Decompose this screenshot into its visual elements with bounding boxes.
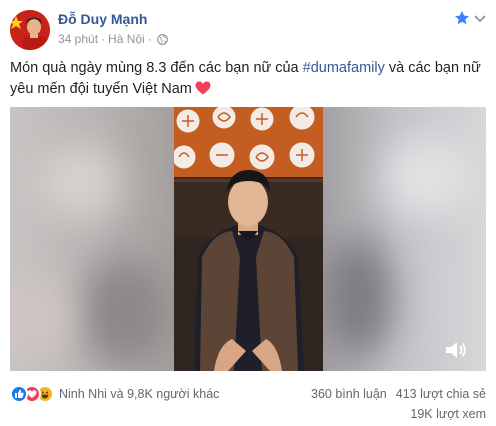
author-name[interactable]: Đỗ Duy Mạnh	[58, 11, 147, 27]
meta-separator: ·	[101, 32, 106, 46]
star-icon[interactable]	[454, 10, 470, 26]
facebook-post: Đỗ Duy Mạnh 34 phút · Hà Nội · Món quà n…	[0, 0, 496, 426]
reactions-bar[interactable]: Ninh Nhi và 9,8K người khác	[10, 385, 219, 403]
heart-icon	[195, 81, 211, 95]
post-text: Món quà ngày mùng 8.3 đến các bạn nữ của…	[10, 58, 488, 100]
engagement-counts: 360 bình luận 413 lượt chia sẻ	[311, 387, 486, 401]
volume-icon[interactable]	[444, 339, 468, 361]
post-location[interactable]: Hà Nội	[108, 32, 145, 46]
post-meta: 34 phút · Hà Nội ·	[58, 32, 168, 46]
globe-icon[interactable]	[156, 33, 168, 45]
video-blur-right	[323, 107, 486, 371]
shares-count[interactable]: 413 lượt chia sẻ	[396, 387, 486, 401]
post-text-start: Món quà ngày mùng 8.3 đến các bạn nữ của	[10, 60, 303, 76]
views-count: 19K lượt xem	[410, 407, 486, 421]
reactors-text[interactable]: Ninh Nhi và 9,8K người khác	[59, 387, 219, 401]
video-frame	[174, 107, 323, 371]
comments-count[interactable]: 360 bình luận	[311, 387, 387, 401]
chevron-down-icon[interactable]	[472, 10, 488, 26]
video-player[interactable]	[10, 107, 486, 371]
post-time[interactable]: 34 phút	[58, 32, 98, 46]
meta-separator-2: ·	[147, 32, 152, 46]
video-blur-left	[10, 107, 174, 371]
avatar[interactable]	[10, 10, 50, 50]
hashtag-link[interactable]: #dumafamily	[303, 60, 385, 76]
like-reaction-icon	[10, 385, 28, 403]
